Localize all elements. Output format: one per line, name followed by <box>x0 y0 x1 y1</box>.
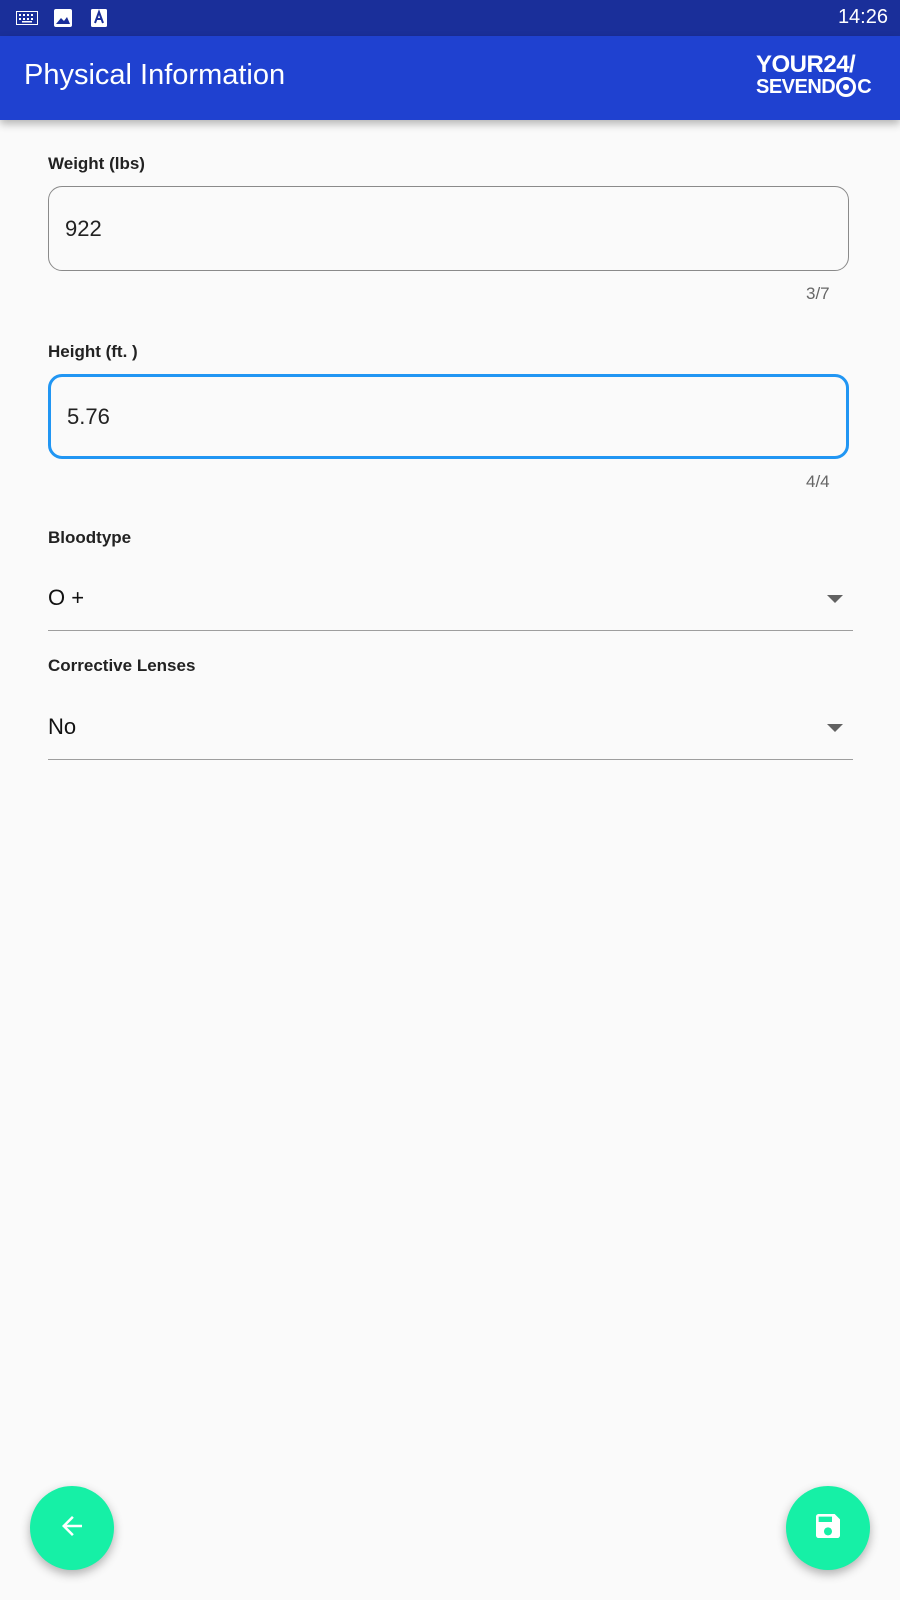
bloodtype-value: O + <box>48 585 85 610</box>
chevron-down-icon <box>827 724 843 732</box>
weight-label: Weight (lbs) <box>48 154 145 173</box>
status-bar: 14:26 <box>0 0 900 36</box>
image-icon <box>52 8 74 28</box>
weight-input[interactable] <box>65 187 825 270</box>
logo-line-2-a: SEVEND <box>756 76 836 98</box>
corrective-lenses-dropdown[interactable]: No <box>48 704 853 760</box>
keyboard-icon <box>16 8 38 28</box>
arrow-left-icon <box>57 1511 87 1546</box>
status-time: 14:26 <box>837 6 888 28</box>
logo-o-icon <box>836 77 857 97</box>
page-title: Physical Information <box>24 59 286 91</box>
height-char-counter: 4/4 <box>806 472 830 491</box>
height-field-box <box>48 374 849 459</box>
brand-logo: YOUR24/ SEVEND C <box>756 51 876 102</box>
save-icon <box>812 1510 844 1547</box>
status-icons <box>16 8 110 28</box>
bloodtype-label: Bloodtype <box>48 528 132 547</box>
logo-line-2: SEVEND C <box>756 76 876 98</box>
corrective-lenses-value: No <box>48 714 77 739</box>
app-bar: Physical Information YOUR24/ SEVEND C <box>0 36 900 120</box>
corrective-lenses-label: Corrective Lenses <box>48 656 196 675</box>
height-label: Height (ft. ) <box>48 342 138 361</box>
weight-field-box <box>48 186 849 271</box>
back-button[interactable] <box>30 1486 114 1570</box>
bloodtype-dropdown[interactable]: O + <box>48 575 853 631</box>
height-input[interactable] <box>67 377 827 456</box>
chevron-down-icon <box>827 595 843 603</box>
weight-char-counter: 3/7 <box>806 284 830 303</box>
save-button[interactable] <box>786 1486 870 1570</box>
logo-line-1: YOUR24/ <box>756 51 856 78</box>
text-a-icon <box>88 8 110 28</box>
logo-line-2-b: C <box>857 76 872 98</box>
